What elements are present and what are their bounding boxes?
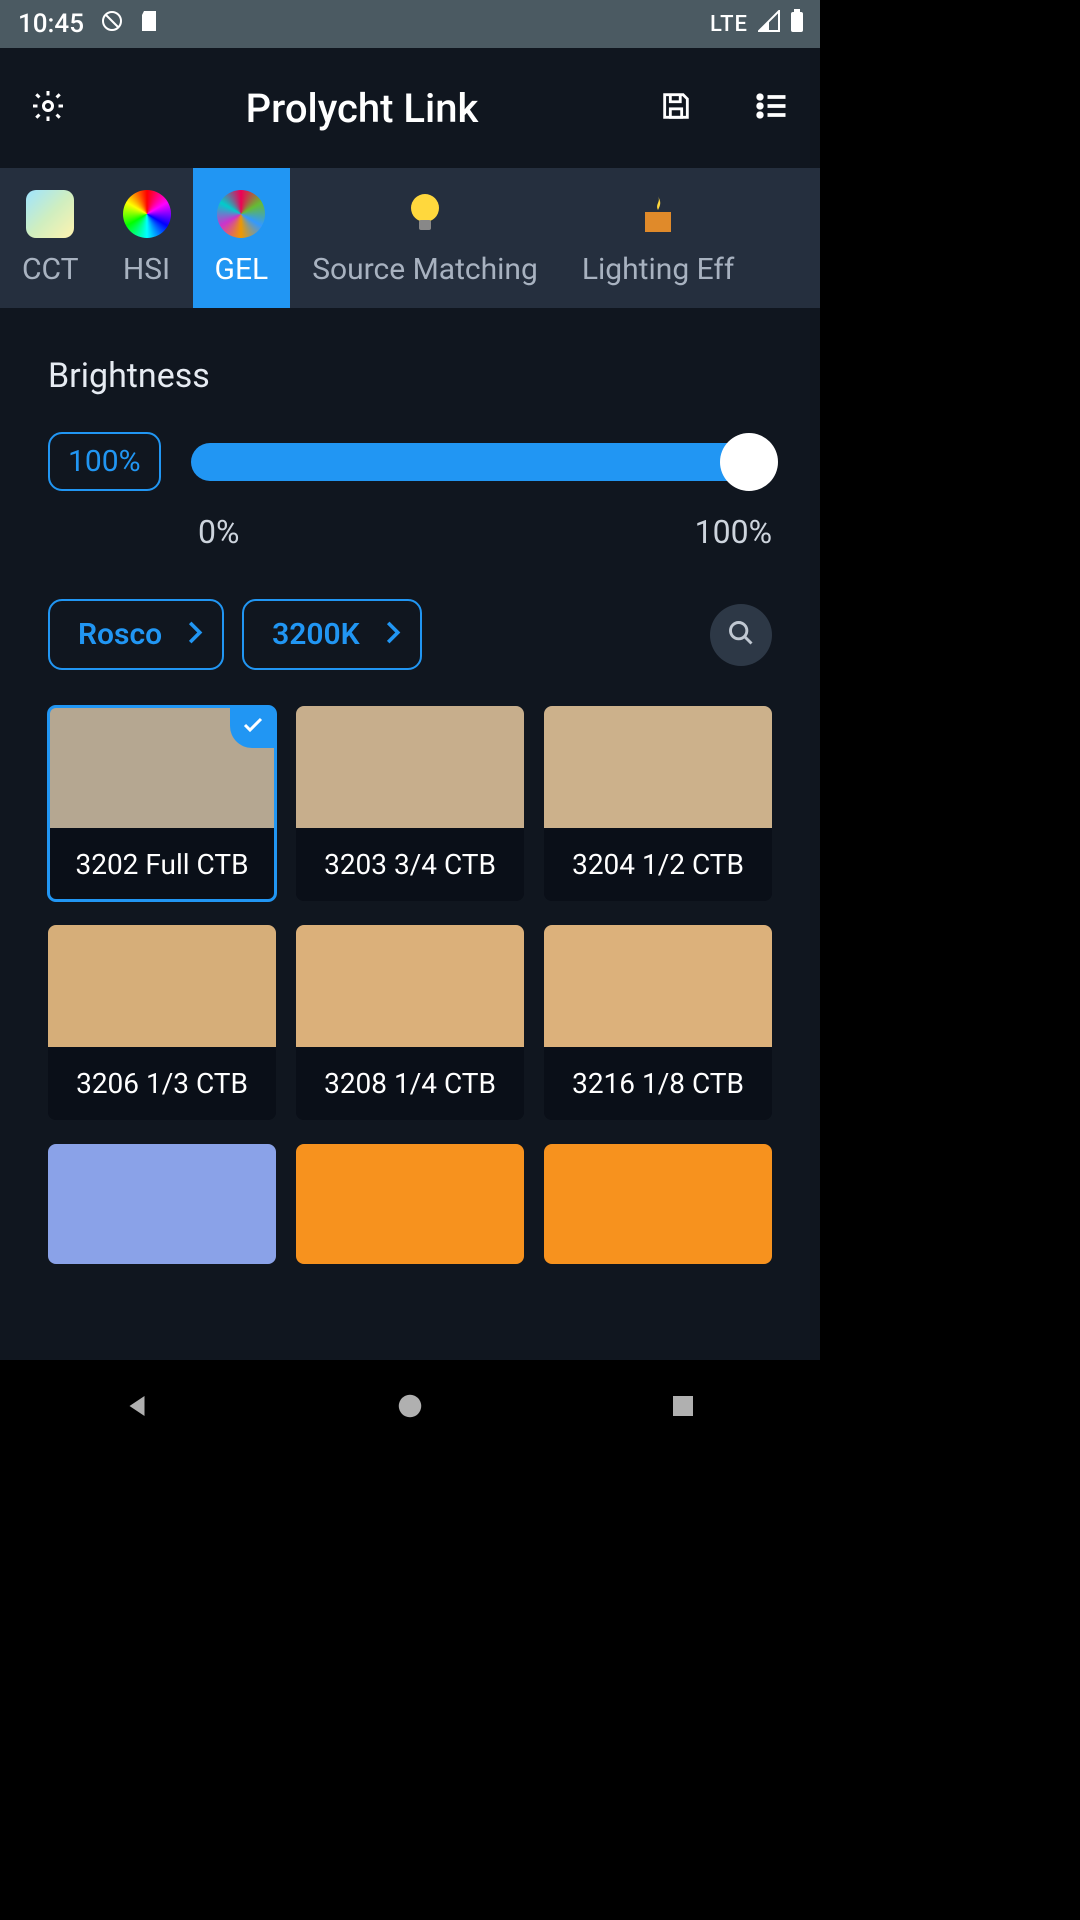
gel-card[interactable]: 3204 1/2 CTB [544, 706, 772, 901]
tab-lighting-effects[interactable]: Lighting Eff [560, 168, 756, 308]
search-icon [727, 619, 755, 651]
filter-row: Rosco 3200K [48, 599, 772, 670]
gel-card[interactable]: 3216 1/8 CTB [544, 925, 772, 1120]
gel-swatch [48, 1144, 276, 1264]
tab-label: GEL [215, 252, 269, 287]
app-bar: Prolycht Link [0, 48, 820, 168]
cct-filter-label: 3200K [272, 617, 360, 652]
brightness-control: 100% [48, 432, 772, 491]
gel-card[interactable]: 3208 1/4 CTB [296, 925, 524, 1120]
triangle-back-icon [122, 1406, 152, 1425]
tab-hsi[interactable]: HSI [101, 168, 193, 308]
brand-filter-button[interactable]: Rosco [48, 599, 224, 670]
chevron-right-icon [186, 617, 204, 652]
tab-gel[interactable]: GEL [193, 168, 291, 308]
status-bar: 10:45 LTE [0, 0, 820, 48]
sd-card-icon [140, 9, 160, 40]
circle-home-icon [395, 1406, 425, 1425]
candle-icon [634, 190, 682, 238]
gel-grid: 3202 Full CTB 3203 3/4 CTB 3204 1/2 CTB … [48, 706, 772, 1264]
cct-icon [26, 190, 74, 238]
gel-card[interactable] [296, 1144, 524, 1264]
tab-source-matching[interactable]: Source Matching [290, 168, 560, 308]
square-recents-icon [668, 1406, 698, 1425]
gel-name: 3202 Full CTB [48, 828, 276, 901]
slider-thumb[interactable] [720, 433, 778, 491]
gear-icon [30, 88, 66, 128]
tab-label: HSI [123, 252, 170, 287]
selected-badge [230, 706, 276, 748]
gel-swatch [544, 706, 772, 828]
signal-icon [758, 10, 780, 38]
system-nav-bar [0, 1360, 820, 1456]
settings-button[interactable] [28, 88, 68, 128]
gel-card[interactable]: 3203 3/4 CTB [296, 706, 524, 901]
slider-max-label: 100% [695, 513, 772, 551]
dnd-icon [100, 9, 124, 40]
brightness-label: Brightness [48, 356, 772, 396]
hsi-icon [123, 190, 171, 238]
tab-cct[interactable]: CCT [0, 168, 101, 308]
cct-filter-button[interactable]: 3200K [242, 599, 422, 670]
slider-scale: 0% 100% [198, 513, 772, 551]
gel-swatch [296, 925, 524, 1047]
brightness-slider[interactable] [191, 443, 772, 481]
save-icon [659, 89, 693, 127]
network-label: LTE [710, 12, 748, 37]
gel-swatch [544, 1144, 772, 1264]
back-button[interactable] [122, 1391, 152, 1425]
screen: 10:45 LTE Prolycht Link [0, 0, 820, 1456]
gel-swatch [296, 706, 524, 828]
brand-filter-label: Rosco [78, 617, 162, 652]
gel-card[interactable] [544, 1144, 772, 1264]
gel-name: 3216 1/8 CTB [544, 1047, 772, 1120]
search-button[interactable] [710, 604, 772, 666]
tab-label: Lighting Eff [582, 252, 734, 287]
gel-icon [217, 190, 265, 238]
status-time: 10:45 [18, 9, 84, 39]
recents-button[interactable] [668, 1391, 698, 1425]
main-content: Brightness 100% 0% 100% Rosco 3200K [0, 308, 820, 1360]
gel-card[interactable]: 3206 1/3 CTB [48, 925, 276, 1120]
tab-label: Source Matching [312, 252, 538, 287]
gel-name: 3203 3/4 CTB [296, 828, 524, 901]
check-icon [243, 716, 263, 738]
gel-name: 3206 1/3 CTB [48, 1047, 276, 1120]
gel-swatch [296, 1144, 524, 1264]
tab-label: CCT [22, 252, 79, 287]
gel-name: 3208 1/4 CTB [296, 1047, 524, 1120]
home-button[interactable] [395, 1391, 425, 1425]
battery-icon [790, 9, 804, 39]
gel-name: 3204 1/2 CTB [544, 828, 772, 901]
mode-tabs: CCT HSI GEL Source Matching Lighting Eff [0, 168, 820, 308]
bulb-icon [401, 190, 449, 238]
gel-swatch [48, 925, 276, 1047]
gel-card[interactable]: 3202 Full CTB [48, 706, 276, 901]
list-icon [754, 88, 790, 128]
slider-min-label: 0% [198, 513, 239, 551]
gel-swatch [544, 925, 772, 1047]
app-title: Prolycht Link [68, 85, 656, 132]
menu-button[interactable] [752, 88, 792, 128]
chevron-right-icon [384, 617, 402, 652]
gel-card[interactable] [48, 1144, 276, 1264]
save-button[interactable] [656, 88, 696, 128]
brightness-value-box[interactable]: 100% [48, 432, 161, 491]
